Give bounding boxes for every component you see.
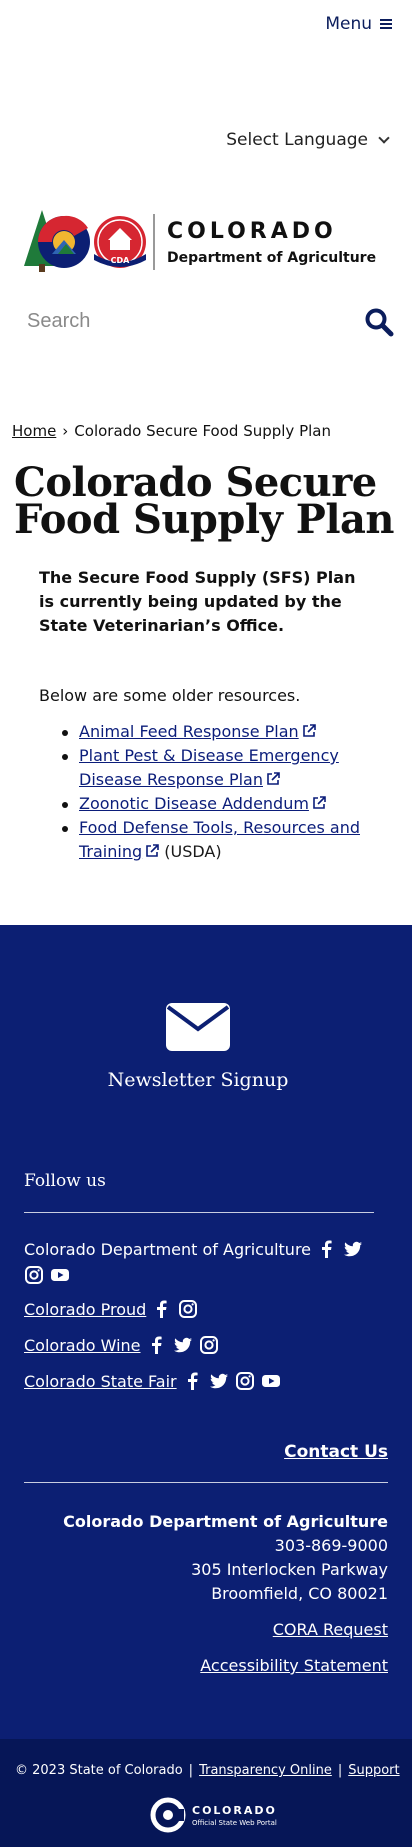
badge-text: CDA <box>111 256 131 265</box>
follow-us-heading: Follow us <box>24 1171 106 1191</box>
instagram-icon[interactable] <box>235 1371 255 1391</box>
divider <box>24 1482 388 1483</box>
menu-label: Menu <box>325 14 372 34</box>
older-resources-text: Below are some older resources. <box>39 686 301 705</box>
newsletter-signup-link[interactable]: Newsletter Signup <box>0 1069 396 1091</box>
instagram-icon[interactable] <box>24 1265 44 1285</box>
colorado-c-icon <box>38 215 90 268</box>
portal-subtitle: Official State Web Portal <box>192 1819 277 1827</box>
menu-button[interactable]: Menu <box>325 14 392 34</box>
social-link-colorado-proud[interactable]: Colorado Proud <box>24 1300 146 1319</box>
logo-dept-text: Department of Agriculture <box>167 250 376 266</box>
address-street: 305 Interlocken Parkway <box>191 1560 388 1579</box>
accessibility-statement-link[interactable]: Accessibility Statement <box>200 1656 388 1675</box>
facebook-icon[interactable] <box>147 1335 167 1355</box>
instagram-icon[interactable] <box>199 1335 219 1355</box>
resource-link[interactable]: Animal Feed Response Plan <box>79 722 299 741</box>
twitter-icon[interactable] <box>209 1371 229 1391</box>
cda-badge-icon: CDA <box>94 216 146 268</box>
breadcrumb-separator: › <box>62 422 69 440</box>
language-select[interactable]: Select Language <box>226 130 390 150</box>
address-city: Broomfield, CO 80021 <box>211 1584 388 1603</box>
external-link-icon <box>302 724 316 737</box>
breadcrumb-home-link[interactable]: Home <box>12 422 56 440</box>
resource-link[interactable]: Zoonotic Disease Addendum <box>79 794 309 813</box>
language-label: Select Language <box>226 130 368 150</box>
instagram-icon[interactable] <box>178 1299 198 1319</box>
address-phone: 303-869-9000 <box>274 1536 388 1555</box>
social-link-colorado-state-fair[interactable]: Colorado State Fair <box>24 1372 177 1391</box>
support-link[interactable]: Support <box>348 1763 399 1778</box>
youtube-icon[interactable] <box>50 1265 70 1285</box>
twitter-icon[interactable] <box>173 1335 193 1355</box>
intro-text: The Secure Food Supply (SFS) Plan is cur… <box>39 568 356 635</box>
social-row-state-fair: Colorado State Fair <box>24 1371 374 1391</box>
portal-title: COLORADO <box>192 1804 277 1817</box>
social-label: Colorado Department of Agriculture <box>24 1239 312 1259</box>
copyright-text: © 2023 State of Colorado <box>15 1763 183 1778</box>
list-item: Zoonotic Disease Addendum <box>62 792 382 816</box>
logo-colorado-text: COLORADO <box>167 219 337 244</box>
social-row-proud: Colorado Proud <box>24 1299 374 1319</box>
twitter-icon[interactable] <box>343 1239 363 1259</box>
cda-logo[interactable]: CDA COLORADO Department of Agriculture <box>22 208 382 274</box>
chevron-down-icon <box>378 132 390 144</box>
envelope-icon[interactable] <box>166 1003 230 1051</box>
colorado-portal-logo[interactable]: COLORADO Official State Web Portal <box>150 1797 290 1833</box>
divider <box>24 1212 374 1213</box>
external-link-icon <box>313 796 326 809</box>
facebook-icon[interactable] <box>183 1371 203 1391</box>
page-title: Colorado Secure Food Supply Plan <box>14 459 395 543</box>
social-row-cda: Colorado Department of Agriculture <box>24 1239 374 1285</box>
list-item: Food Defense Tools, Resources and Traini… <box>62 816 382 864</box>
cora-request-link[interactable]: CORA Request <box>273 1620 388 1639</box>
resource-suffix: (USDA) <box>164 842 222 861</box>
youtube-icon[interactable] <box>261 1371 281 1391</box>
list-item: Animal Feed Response Plan <box>62 720 382 744</box>
breadcrumb: Home › Colorado Secure Food Supply Plan <box>12 422 331 440</box>
social-link-colorado-wine[interactable]: Colorado Wine <box>24 1336 141 1355</box>
facebook-icon[interactable] <box>317 1239 337 1259</box>
footer-address: Colorado Department of Agriculture 303-8… <box>63 1510 388 1606</box>
external-link-icon <box>267 772 280 785</box>
search-icon[interactable] <box>364 307 394 337</box>
resource-link[interactable]: Plant Pest & Disease Emergency Disease R… <box>79 746 339 789</box>
sub-footer: © 2023 State of Colorado | Transparency On… <box>0 1739 412 1847</box>
search-input[interactable] <box>27 305 287 338</box>
external-link-icon <box>146 844 159 857</box>
search-bar <box>27 305 394 338</box>
resource-list: Animal Feed Response Plan Plant Pest & D… <box>62 720 382 864</box>
transparency-online-link[interactable]: Transparency Online <box>199 1763 332 1778</box>
hamburger-icon <box>380 19 392 29</box>
breadcrumb-current: Colorado Secure Food Supply Plan <box>74 422 331 440</box>
site-footer: Newsletter Signup Follow us Colorado Dep… <box>0 925 412 1739</box>
sub-footer-links: © 2023 State of Colorado | Transparency On… <box>15 1763 400 1778</box>
colorado-c-icon <box>150 1797 186 1833</box>
social-row-wine: Colorado Wine <box>24 1335 374 1355</box>
facebook-icon[interactable] <box>152 1299 172 1319</box>
contact-us-link[interactable]: Contact Us <box>284 1442 388 1462</box>
list-item: Plant Pest & Disease Emergency Disease R… <box>62 744 382 792</box>
address-dept: Colorado Department of Agriculture <box>63 1512 388 1531</box>
